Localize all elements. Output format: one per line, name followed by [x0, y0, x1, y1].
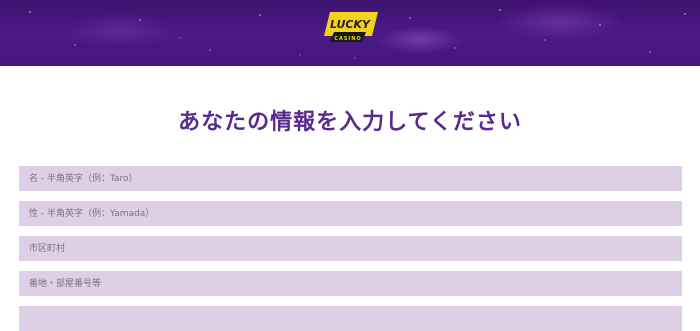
city-input[interactable] [19, 236, 682, 261]
site-header: LUCKY CASINO [0, 0, 700, 66]
first-name-input[interactable] [19, 166, 682, 191]
logo-sub-text: CASINO [334, 36, 361, 42]
page-title: あなたの情報を入力してください [178, 110, 522, 135]
address-input[interactable] [19, 271, 682, 296]
logo-mark-icon: LUCKY CASINO [324, 12, 378, 42]
logo-main-text: LUCKY [330, 18, 371, 31]
lucky-casino-logo[interactable]: LUCKY CASINO [322, 10, 380, 44]
last-name-input[interactable] [19, 201, 682, 226]
